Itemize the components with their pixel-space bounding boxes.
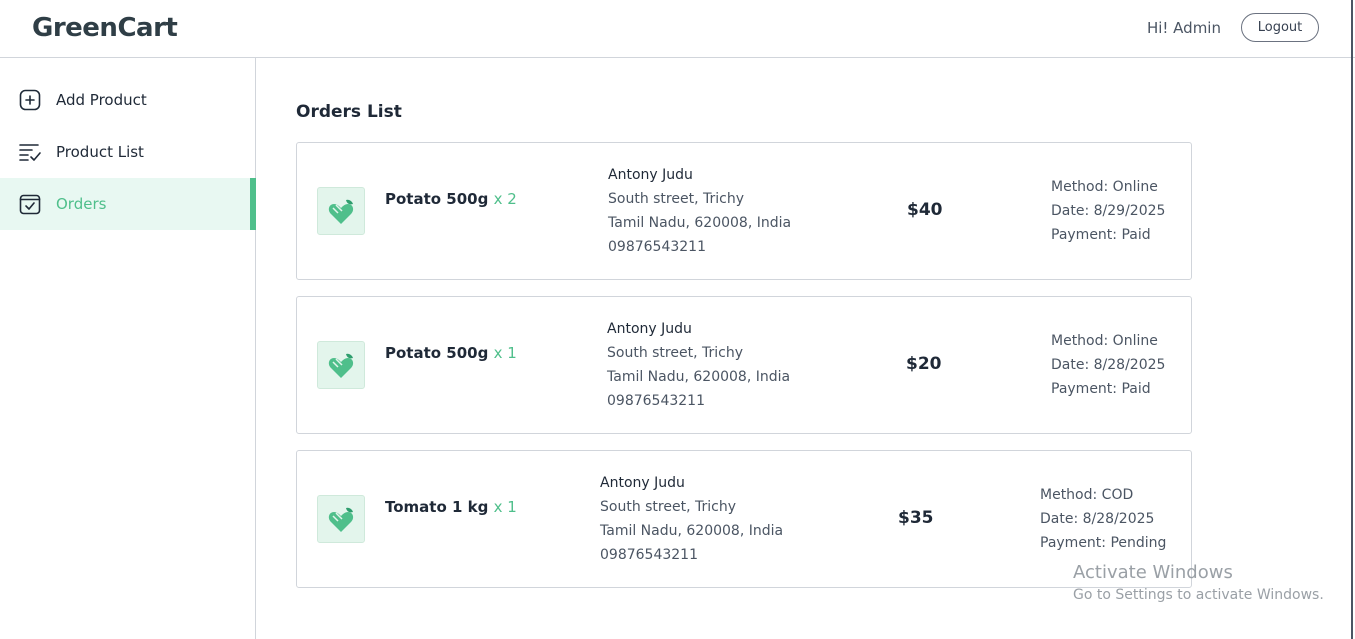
- watermark-subtitle: Go to Settings to activate Windows.: [1073, 587, 1324, 603]
- activate-windows-watermark: Activate Windows Go to Settings to activ…: [1073, 561, 1324, 605]
- shipping-address: Antony Judu South street, Trichy Tamil N…: [608, 163, 791, 259]
- sidebar-item-add-product[interactable]: Add Product: [0, 74, 255, 126]
- address-region: Tamil Nadu, 620008, India: [607, 369, 791, 385]
- order-meta: Method: Online Date: 8/28/2025 Payment: …: [1051, 329, 1165, 401]
- order-item-name: Potato 500g x 2: [385, 189, 517, 209]
- sidebar-item-label: Product List: [56, 143, 144, 161]
- shipping-address: Antony Judu South street, Trichy Tamil N…: [600, 471, 783, 567]
- order-date: Date: 8/29/2025: [1051, 203, 1166, 219]
- order-item-qty: x 2: [493, 190, 517, 208]
- order-check-icon: [18, 192, 42, 216]
- address-street: South street, Trichy: [600, 499, 736, 515]
- customer-phone: 09876543211: [608, 239, 706, 255]
- order-item-title: Potato 500g: [385, 190, 489, 208]
- payment-status: Payment: Paid: [1051, 381, 1151, 397]
- order-item-name: Tomato 1 kg x 1: [385, 497, 517, 517]
- top-header: GreenCart Hi! Admin Logout: [0, 0, 1355, 58]
- order-meta: Method: COD Date: 8/28/2025 Payment: Pen…: [1040, 483, 1166, 555]
- window-edge: [1351, 0, 1353, 639]
- address-region: Tamil Nadu, 620008, India: [608, 215, 792, 231]
- product-box-icon: [317, 341, 365, 389]
- address-region: Tamil Nadu, 620008, India: [600, 523, 784, 539]
- sidebar: Add Product Product List Orders: [0, 58, 256, 639]
- customer-phone: 09876543211: [607, 393, 705, 409]
- logo-text: GreenCart: [32, 13, 178, 43]
- greencart-logo[interactable]: GreenCart: [32, 12, 178, 44]
- order-item-title: Tomato 1 kg: [385, 498, 489, 516]
- order-item-title: Potato 500g: [385, 344, 489, 362]
- payment-status: Payment: Pending: [1040, 535, 1167, 551]
- sidebar-item-product-list[interactable]: Product List: [0, 126, 255, 178]
- customer-phone: 09876543211: [600, 547, 698, 563]
- add-square-icon: [18, 88, 42, 112]
- payment-method: Method: Online: [1051, 333, 1158, 349]
- customer-name: Antony Judu: [607, 321, 692, 337]
- order-card: Potato 500g x 1 Antony Judu South street…: [296, 296, 1192, 434]
- logout-button[interactable]: Logout: [1241, 13, 1319, 42]
- payment-status: Payment: Paid: [1051, 227, 1151, 243]
- order-item-qty: x 1: [493, 498, 517, 516]
- order-date: Date: 8/28/2025: [1051, 357, 1166, 373]
- payment-method: Method: COD: [1040, 487, 1134, 503]
- customer-name: Antony Judu: [600, 475, 685, 491]
- sidebar-item-label: Add Product: [56, 91, 147, 109]
- product-box-icon: [317, 187, 365, 235]
- sidebar-item-orders[interactable]: Orders: [0, 178, 256, 230]
- shipping-address: Antony Judu South street, Trichy Tamil N…: [607, 317, 790, 413]
- order-item-name: Potato 500g x 1: [385, 343, 517, 363]
- address-street: South street, Trichy: [607, 345, 743, 361]
- order-date: Date: 8/28/2025: [1040, 511, 1155, 527]
- order-item-qty: x 1: [493, 344, 517, 362]
- order-card: Potato 500g x 2 Antony Judu South street…: [296, 142, 1192, 280]
- list-check-icon: [18, 140, 42, 164]
- watermark-title: Activate Windows: [1073, 562, 1233, 583]
- address-street: South street, Trichy: [608, 191, 744, 207]
- page-title: Orders List: [296, 102, 402, 122]
- order-meta: Method: Online Date: 8/29/2025 Payment: …: [1051, 175, 1165, 247]
- customer-name: Antony Judu: [608, 167, 693, 183]
- sidebar-item-label: Orders: [56, 195, 107, 213]
- order-amount: $40: [907, 200, 943, 220]
- order-card: Tomato 1 kg x 1 Antony Judu South street…: [296, 450, 1192, 588]
- payment-method: Method: Online: [1051, 179, 1158, 195]
- admin-greeting: Hi! Admin: [1146, 19, 1221, 37]
- product-box-icon: [317, 495, 365, 543]
- order-amount: $20: [906, 354, 942, 374]
- order-amount: $35: [898, 508, 934, 528]
